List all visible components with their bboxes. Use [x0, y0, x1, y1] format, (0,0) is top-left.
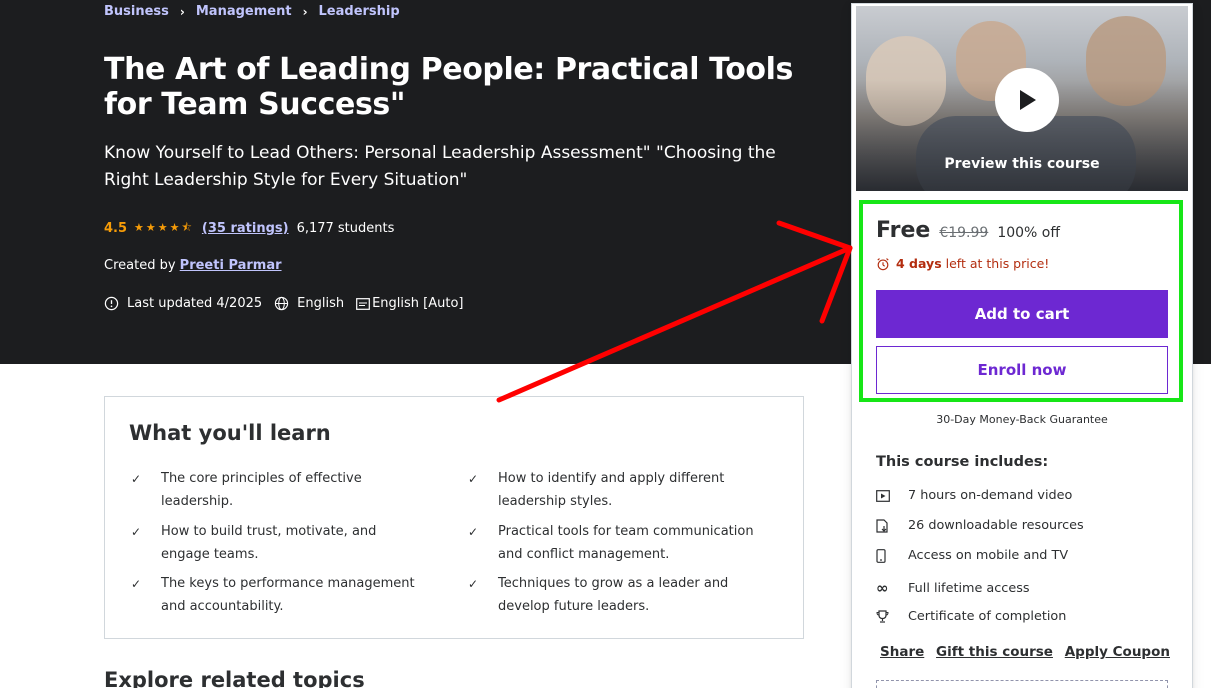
includes-title: This course includes:: [876, 454, 1049, 470]
breadcrumb-business[interactable]: Business: [104, 4, 169, 19]
sidebar-links: Share Gift this course Apply Coupon: [880, 644, 1170, 660]
list-item-text: How to identify and apply different lead…: [498, 471, 725, 509]
preview-label: Preview this course: [944, 156, 1100, 172]
breadcrumb-management[interactable]: Management: [196, 4, 292, 19]
check-icon: ✓: [131, 525, 142, 539]
play-icon: [1020, 90, 1036, 110]
learn-heading: What you'll learn: [129, 421, 331, 445]
list-item-text: The core principles of effective leaders…: [161, 471, 362, 509]
include-item-text: 7 hours on-demand video: [908, 488, 1073, 503]
list-item-text: How to build trust, motivate, and engage…: [161, 524, 377, 562]
include-item: 26 downloadable resources: [876, 518, 1084, 533]
star-rating-icon: ★★★★⯪: [134, 221, 194, 234]
chevron-right-icon: ›: [179, 4, 185, 19]
chevron-right-icon: ›: [302, 4, 308, 19]
file-download-icon: [876, 518, 908, 533]
list-item: ✓ How to build trust, motivate, and enga…: [129, 521, 419, 566]
course-subtitle: Know Yourself to Lead Others: Personal L…: [104, 143, 776, 190]
rating-row: 4.5 ★★★★⯪ (35 ratings) 6,177 students: [104, 219, 394, 238]
globe-icon: [274, 296, 289, 311]
list-item: ✓ Techniques to grow as a leader and dev…: [466, 573, 756, 618]
students-count: 6,177 students: [296, 221, 395, 236]
related-topics-heading: Explore related topics: [104, 668, 365, 688]
course-preview[interactable]: Preview this course: [856, 6, 1188, 191]
include-item-text: 26 downloadable resources: [908, 518, 1084, 533]
closed-captions-icon: [356, 297, 370, 310]
mobile-icon: [876, 548, 908, 563]
coupon-box: [876, 680, 1168, 688]
ratings-count-link[interactable]: (35 ratings): [202, 221, 289, 236]
list-item-text: The keys to performance management and a…: [161, 576, 415, 614]
list-item: ✓ Practical tools for team communication…: [466, 521, 756, 566]
created-by-label: Created by: [104, 258, 176, 273]
infinity-icon: ∞: [876, 579, 889, 597]
list-item-text: Techniques to grow as a leader and devel…: [498, 576, 729, 614]
include-item-text: Access on mobile and TV: [908, 548, 1069, 563]
check-icon: ✓: [468, 577, 479, 591]
check-icon: ✓: [131, 472, 142, 486]
alert-badge-icon: [104, 296, 119, 311]
video-icon: [876, 489, 908, 502]
trophy-icon: [876, 610, 908, 623]
include-item: ∞ Full lifetime access: [876, 579, 1030, 597]
include-item-text: Certificate of completion: [908, 609, 1067, 624]
list-item: ✓ The core principles of effective leade…: [129, 468, 419, 513]
include-item: Certificate of completion: [876, 609, 1066, 624]
rating-value: 4.5: [104, 221, 128, 236]
check-icon: ✓: [468, 472, 479, 486]
language: English: [274, 296, 344, 311]
course-meta: Last updated 4/2025 English English [Aut…: [104, 296, 476, 311]
captions-text: English [Auto]: [372, 296, 464, 311]
check-icon: ✓: [468, 525, 479, 539]
list-item-text: Practical tools for team communication a…: [498, 524, 754, 562]
last-updated: Last updated 4/2025: [104, 296, 262, 311]
course-title: The Art of Leading People: Practical Too…: [104, 52, 793, 122]
list-item: ✓ How to identify and apply different le…: [466, 468, 756, 513]
check-icon: ✓: [131, 577, 142, 591]
what-you-will-learn: What you'll learn ✓ The core principles …: [104, 396, 804, 639]
last-updated-text: Last updated 4/2025: [127, 296, 263, 311]
breadcrumb: Business › Management › Leadership: [104, 4, 400, 19]
author-link[interactable]: Preeti Parmar: [180, 258, 282, 273]
created-by: Created by Preeti Parmar: [104, 258, 282, 273]
share-link[interactable]: Share: [880, 644, 924, 660]
captions: English [Auto]: [356, 296, 464, 311]
apply-coupon-link[interactable]: Apply Coupon: [1065, 644, 1170, 660]
highlight-box: [859, 200, 1183, 402]
include-item: Access on mobile and TV: [876, 548, 1068, 563]
money-back-guarantee: 30-Day Money-Back Guarantee: [936, 413, 1108, 426]
language-text: English: [297, 296, 345, 311]
play-button[interactable]: [995, 68, 1059, 132]
include-item: 7 hours on-demand video: [876, 488, 1072, 503]
list-item: ✓ The keys to performance management and…: [129, 573, 419, 618]
include-item-text: Full lifetime access: [908, 580, 1030, 596]
gift-course-link[interactable]: Gift this course: [936, 644, 1053, 660]
breadcrumb-leadership[interactable]: Leadership: [319, 4, 400, 19]
